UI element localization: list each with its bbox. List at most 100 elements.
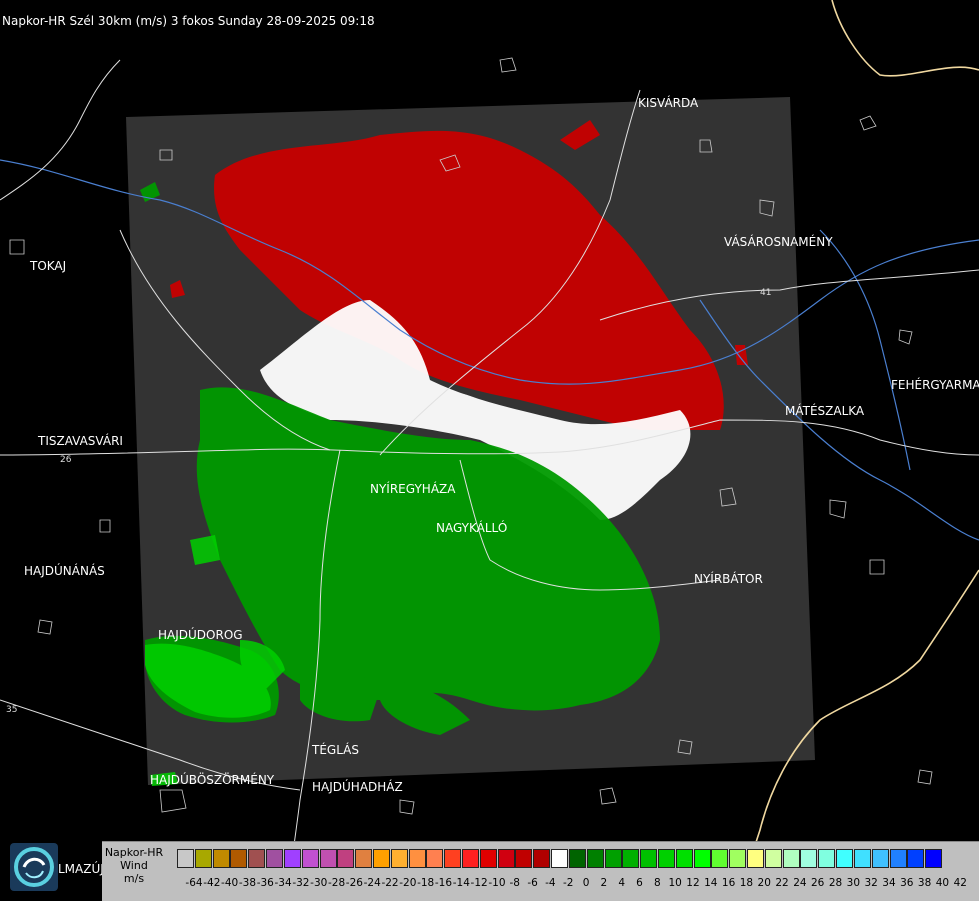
legend-swatch (372, 849, 390, 868)
legend-tick-label: -6 (527, 877, 538, 889)
city-label: KISVÁRDA (638, 96, 699, 110)
legend-swatch (800, 849, 818, 868)
legend-tick-label: 28 (828, 877, 843, 889)
city-label: TISZAVASVÁRI (38, 434, 123, 448)
legend-swatch (640, 849, 658, 868)
legend-swatch (194, 849, 212, 868)
legend-tick-label: 8 (653, 877, 661, 889)
legend-swatch (497, 849, 515, 868)
legend-swatch (836, 849, 854, 868)
legend-swatch (675, 849, 693, 868)
legend-swatch (889, 849, 907, 868)
legend-tick-label: 42 (953, 877, 967, 889)
legend-swatch (907, 849, 925, 868)
legend-tick-label: -2 (562, 877, 574, 889)
legend-tick-label: -36 (256, 877, 274, 889)
legend-tick-label: -28 (327, 877, 346, 889)
legend-swatch (177, 849, 194, 868)
legend-swatch (533, 849, 551, 868)
city-label: HAJDÚHADHÁZ (312, 780, 403, 794)
legend-tick-label: -38 (238, 877, 257, 889)
legend-tick-label: -30 (310, 877, 328, 889)
city-label: HAJDÚNÁNÁS (24, 564, 105, 578)
legend-swatch (551, 849, 569, 868)
legend-tick-label: -26 (345, 877, 363, 889)
legend-tick-label: 38 (917, 877, 932, 889)
legend-swatch (853, 849, 871, 868)
city-label: HAJDÚBÖSZÖRMÉNY (150, 773, 275, 787)
legend-tick-label: -4 (545, 877, 556, 889)
city-label: VÁSÁROSNAMÉNY (724, 235, 833, 249)
legend-ticks: -64 -42 -40 -38 -36 -34 -32 -30 -28 -26 -24 -22 -20-… (177, 877, 977, 891)
legend-tick-label: 32 (864, 877, 878, 889)
legend-tick-label: 4 (618, 877, 626, 889)
legend-tick-label: -42 (203, 877, 221, 889)
legend-tick-label: -40 (221, 877, 239, 889)
legend-tick-label: 16 (721, 877, 736, 889)
legend-swatch (711, 849, 729, 868)
napkor-logo-icon (10, 843, 58, 891)
legend-swatches (177, 849, 943, 868)
legend-tick-label: -10 (488, 877, 506, 889)
city-label: HAJDÚDOROG (158, 628, 243, 642)
legend-swatch (622, 849, 640, 868)
legend-tick-label: -8 (509, 877, 520, 889)
road-number-41: 41 (760, 288, 771, 298)
legend-swatch (426, 849, 444, 868)
legend-swatch (657, 849, 675, 868)
legend-caption-line1: Napkor-HR (104, 846, 164, 859)
legend-swatch (355, 849, 373, 868)
legend-swatch (693, 849, 711, 868)
legend-swatch (586, 849, 604, 868)
legend-swatch (764, 849, 782, 868)
legend-tick-label: -14 (452, 877, 470, 889)
city-label: TOKAJ (30, 259, 67, 273)
city-label: NYÍRBÁTOR (694, 572, 763, 586)
legend-tick-label: 22 (775, 877, 789, 889)
legend-swatch (925, 849, 943, 868)
radar-map: 26 35 41 (0, 0, 979, 900)
city-label: MÁTÉSZALKA (785, 404, 865, 418)
legend-tick-label: 40 (935, 877, 950, 889)
legend-tick-label: -24 (363, 877, 381, 889)
legend-swatch (390, 849, 408, 868)
legend-swatch (337, 849, 355, 868)
legend-tick-label: -64 (185, 877, 203, 889)
city-label: NAGYKÁLLÓ (436, 521, 508, 535)
legend-tick-label: -18 (417, 877, 435, 889)
legend-tick-label: -22 (381, 877, 399, 889)
legend-swatch (479, 849, 497, 868)
legend-tick-label: 26 (811, 877, 825, 889)
legend-swatch (283, 849, 301, 868)
legend-caption-line3: m/s (123, 872, 145, 885)
legend-swatch (462, 849, 479, 868)
city-label: FEHÉRGYARMAT (891, 378, 979, 392)
legend-tick-label: 10 (668, 877, 682, 889)
legend-tick-label: -34 (274, 877, 292, 889)
legend-swatch (408, 849, 426, 868)
legend-swatch (319, 849, 337, 868)
legend-tick-label: 36 (900, 877, 914, 889)
legend-swatch (301, 849, 319, 868)
legend-swatch (747, 849, 764, 868)
legend-swatch (444, 849, 462, 868)
legend-swatch (230, 849, 248, 868)
legend-tick-label: 0 (582, 877, 590, 889)
legend-tick-label: -20 (399, 877, 417, 889)
legend-swatch (515, 849, 533, 868)
road-number-26: 26 (60, 455, 72, 465)
legend-tick-label: -12 (470, 877, 488, 889)
legend-tick-label: 34 (882, 877, 896, 889)
legend-tick-label: 30 (846, 877, 861, 889)
legend-tick-label: 12 (686, 877, 700, 889)
legend-swatch (871, 849, 889, 868)
legend-caption-line2: Wind (120, 859, 148, 872)
legend-swatch (604, 849, 622, 868)
legend-tick-label: -16 (434, 877, 453, 889)
legend-tick-label: 6 (636, 877, 643, 889)
legend-caption: Napkor-HR Wind m/s (104, 846, 164, 885)
map-title: Napkor-HR Szél 30km (m/s) 3 fokos Sunday… (2, 14, 375, 28)
legend-tick-label: 14 (704, 877, 718, 889)
legend-swatch (818, 849, 836, 868)
road-number-35: 35 (6, 705, 17, 715)
